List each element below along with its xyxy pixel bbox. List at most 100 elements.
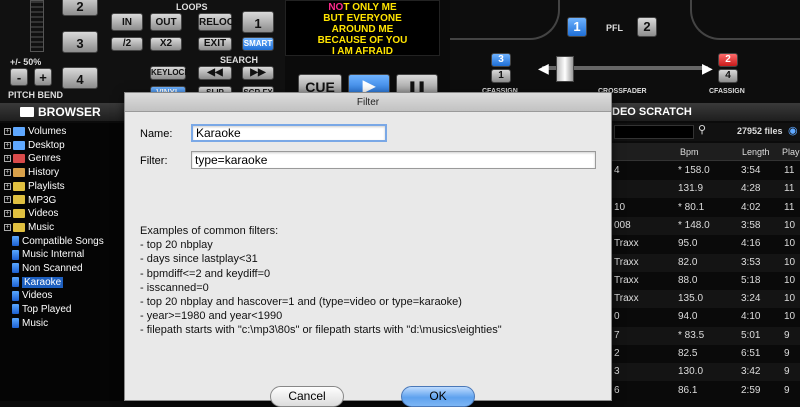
loops-label: LOOPS <box>176 2 208 12</box>
table-row[interactable]: 7 * 83.5 5:01 9 <box>612 326 800 345</box>
track-bpm: 130.0 <box>678 366 704 378</box>
pfl-deck1-button[interactable]: 1 <box>567 17 587 37</box>
karaoke-line: I AM AFRAID <box>332 46 393 57</box>
expand-icon[interactable]: + <box>4 223 11 231</box>
sidebar-item-label: Music <box>28 221 55 233</box>
cf-assign-left-top[interactable]: 3 <box>491 53 511 67</box>
track-title: Traxx <box>614 238 639 250</box>
cf-assign-left-bottom[interactable]: 1 <box>491 69 511 83</box>
pfl-deck2-button[interactable]: 2 <box>637 17 657 37</box>
track-bpm: * 148.0 <box>678 219 710 231</box>
pitch-minus-button[interactable]: - <box>10 68 28 86</box>
col-bpm[interactable]: Bpm <box>680 147 699 157</box>
cf-assign-right-bottom[interactable]: 4 <box>718 69 738 83</box>
mixer-curve-right <box>690 0 800 40</box>
table-row[interactable]: 008 * 148.0 3:58 10 <box>612 216 800 235</box>
loop-exit-button[interactable]: EXIT <box>198 37 232 51</box>
sidebar-item[interactable]: + Volumes <box>0 125 66 138</box>
col-play[interactable]: Play <box>782 147 800 157</box>
track-title: 008 <box>614 219 631 231</box>
sidebar-item[interactable]: + MP3G <box>0 194 56 207</box>
karaoke-line: BUT EVERYONE <box>323 13 402 24</box>
track-length: 3:54 <box>741 165 761 176</box>
ok-button[interactable]: OK <box>401 386 475 407</box>
table-row[interactable]: Traxx 95.0 4:16 10 <box>612 235 800 254</box>
expand-icon[interactable]: + <box>4 127 11 135</box>
search-input[interactable] <box>614 125 694 139</box>
browser-title: BROWSER <box>38 105 101 119</box>
table-row[interactable]: 3 130.0 3:42 9 <box>612 363 800 382</box>
table-row[interactable]: 4 * 158.0 3:54 11 <box>612 162 800 180</box>
crossfader-knob[interactable] <box>556 56 574 82</box>
table-row[interactable]: Traxx 135.0 3:24 10 <box>612 290 800 309</box>
folder-icon <box>13 222 25 232</box>
table-row[interactable]: 131.9 4:28 11 <box>612 180 800 199</box>
example-line: - year>=1980 and year<1990 <box>140 310 283 323</box>
expand-icon[interactable]: + <box>4 196 11 204</box>
col-length[interactable]: Length <box>742 147 770 157</box>
dialog-title: Filter <box>125 93 611 112</box>
rewind-button[interactable]: ◀◀ <box>198 66 232 80</box>
search-icon[interactable]: ⚲ <box>698 123 706 136</box>
smart-loop-button[interactable]: SMART <box>242 37 274 51</box>
sidebar-item[interactable]: Non Scanned <box>0 262 83 275</box>
table-row[interactable]: Traxx 82.0 3:53 10 <box>612 253 800 272</box>
name-field[interactable] <box>191 124 387 142</box>
sidebar-item[interactable]: + Videos <box>0 207 58 220</box>
browser-icon <box>20 107 34 117</box>
sidebar-item[interactable]: + History <box>0 166 59 179</box>
table-row[interactable]: Traxx 88.0 5:18 10 <box>612 271 800 290</box>
table-row[interactable]: 2 82.5 6:51 9 <box>612 345 800 363</box>
loop-half-button[interactable]: /2 <box>111 37 143 51</box>
name-label: Name: <box>140 128 173 140</box>
track-length: 5:01 <box>741 329 761 341</box>
hotcue-4-button[interactable]: 4 <box>62 67 98 89</box>
pitch-slider[interactable] <box>30 0 44 52</box>
track-title: Traxx <box>614 293 639 305</box>
mixer-panel: 1 PFL 2 3 1 CFASSIGN ◀ ▶ CROSSFADER 2 4 … <box>450 0 800 103</box>
expand-icon[interactable]: + <box>4 168 11 176</box>
hotcue-3-button[interactable]: 3 <box>62 31 98 53</box>
reloop-button[interactable]: RELOOP <box>198 13 241 31</box>
loop-in-button[interactable]: IN <box>111 13 143 31</box>
filter-field[interactable] <box>191 151 596 169</box>
sidebar-item-label: Desktop <box>28 139 65 151</box>
loop-size-button[interactable]: 1 <box>242 11 274 33</box>
track-play: 9 <box>784 366 790 378</box>
sidebar-item[interactable]: Videos <box>0 289 52 302</box>
cf-assign-right-top[interactable]: 2 <box>718 53 738 67</box>
sidebar-item[interactable]: Music <box>0 317 48 330</box>
karaoke-line: BECAUSE OF YOU <box>317 35 408 46</box>
sidebar-item-label: Volumes <box>28 126 67 137</box>
table-row[interactable]: 10 * 80.1 4:02 11 <box>612 198 800 217</box>
sidebar-item[interactable]: + Desktop <box>0 139 65 152</box>
expand-icon[interactable]: + <box>4 155 11 163</box>
expand-icon[interactable]: + <box>4 141 11 149</box>
sidebar-item[interactable]: Karaoke <box>0 276 64 289</box>
hotcue-2-button[interactable]: 2 <box>62 0 98 16</box>
expand-icon[interactable]: + <box>4 210 11 218</box>
eye-icon[interactable]: ◉ <box>788 124 798 137</box>
karaoke-highlight: NO <box>328 2 344 13</box>
folder-icon <box>13 209 25 219</box>
forward-button[interactable]: ▶▶ <box>242 66 274 80</box>
example-line: - filepath starts with "c:\mp3\80s" or f… <box>140 324 502 337</box>
sidebar-item-label: MP3G <box>28 194 57 206</box>
pitch-plus-button[interactable]: + <box>34 68 52 86</box>
sidebar-item[interactable]: Music Internal <box>0 248 84 261</box>
sidebar-item[interactable]: + Playlists <box>0 180 65 193</box>
view-tabs[interactable]: DEO SCRATCH <box>612 106 692 118</box>
sidebar-item[interactable]: Compatible Songs <box>0 235 104 248</box>
expand-icon[interactable]: + <box>4 182 11 190</box>
keylock-button[interactable]: KEYLOCK <box>150 66 190 80</box>
track-title: 4 <box>614 165 620 176</box>
table-row[interactable]: 0 94.0 4:10 10 <box>612 308 800 327</box>
sidebar-item[interactable]: + Genres <box>0 152 61 165</box>
loop-double-button[interactable]: X2 <box>150 37 182 51</box>
track-length: 3:42 <box>741 366 761 378</box>
loop-out-button[interactable]: OUT <box>150 13 182 31</box>
cancel-button[interactable]: Cancel <box>270 386 344 407</box>
sidebar-item[interactable]: Top Played <box>0 303 71 316</box>
sidebar-item[interactable]: + Music <box>0 221 54 234</box>
table-row[interactable]: 6 86.1 2:59 9 <box>612 381 800 400</box>
